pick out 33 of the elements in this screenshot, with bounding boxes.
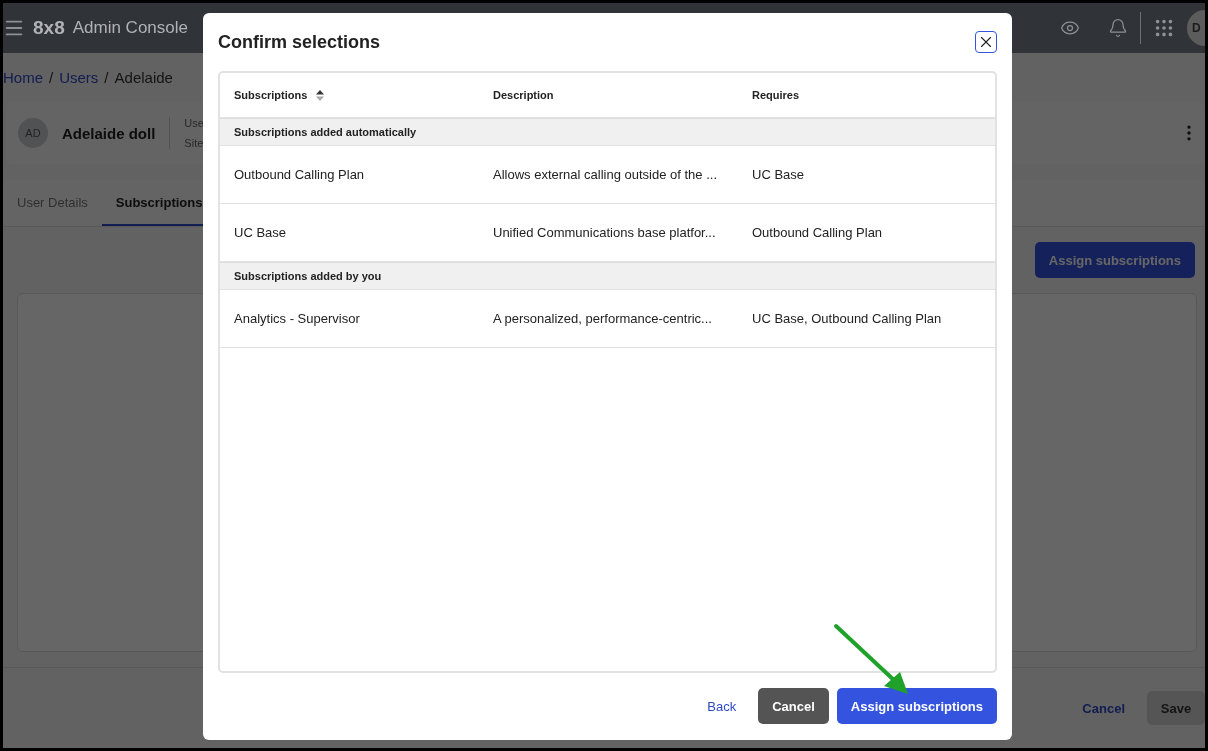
breadcrumb-link[interactable]: Users	[59, 69, 99, 102]
breadcrumb-link[interactable]: Home	[3, 69, 43, 102]
group-header-row: Subscriptions added automatically	[220, 118, 995, 146]
back-link[interactable]: Back	[693, 688, 751, 724]
assign-subscriptions-button[interactable]: Assign subscriptions	[836, 688, 997, 724]
column-header[interactable]: Requires	[752, 89, 800, 101]
cancel-button[interactable]: Cancel	[758, 688, 829, 724]
table-cell-text: A personalized, performance-centric...	[492, 311, 713, 326]
column-header[interactable]: Subscriptions	[234, 89, 308, 101]
dialog-title: Confirm selections	[218, 31, 381, 53]
user-avatar[interactable]: D	[1187, 10, 1205, 46]
table-cell-text: Unified Communications base platfor...	[492, 225, 717, 240]
table-cell-text: UC Base	[751, 167, 806, 182]
assign-subscriptions-button[interactable]: Assign subscriptions	[1034, 242, 1195, 278]
app-title: Admin Console	[72, 18, 188, 38]
table-cell-text: Allows external calling outside of the ...	[492, 167, 718, 182]
apps-grid-icon[interactable]	[1153, 17, 1175, 39]
cancel-button[interactable]: Cancel	[1076, 700, 1131, 716]
table-cell-text: Outbound Calling Plan	[233, 167, 366, 182]
user-name: Adelaide doll	[62, 124, 156, 142]
table-cell-text: Outbound Calling Plan	[751, 225, 884, 240]
sort-icon[interactable]	[316, 89, 325, 101]
logo: 8x8	[33, 17, 65, 39]
breadcrumb-separator: /	[104, 69, 109, 88]
breadcrumb-separator: /	[49, 69, 54, 88]
group-header-row: Subscriptions added by you	[220, 262, 995, 290]
table-cell-text: UC Base, Outbound Calling Plan	[751, 311, 943, 326]
breadcrumb-current[interactable]: Adelaide	[114, 69, 173, 102]
column-header[interactable]: Description	[493, 89, 554, 101]
table-cell-text: UC Base	[233, 225, 288, 240]
table-cell-text: Analytics - Supervisor	[233, 311, 361, 326]
field-label: Site	[184, 137, 204, 149]
bell-icon[interactable]	[1108, 18, 1128, 38]
